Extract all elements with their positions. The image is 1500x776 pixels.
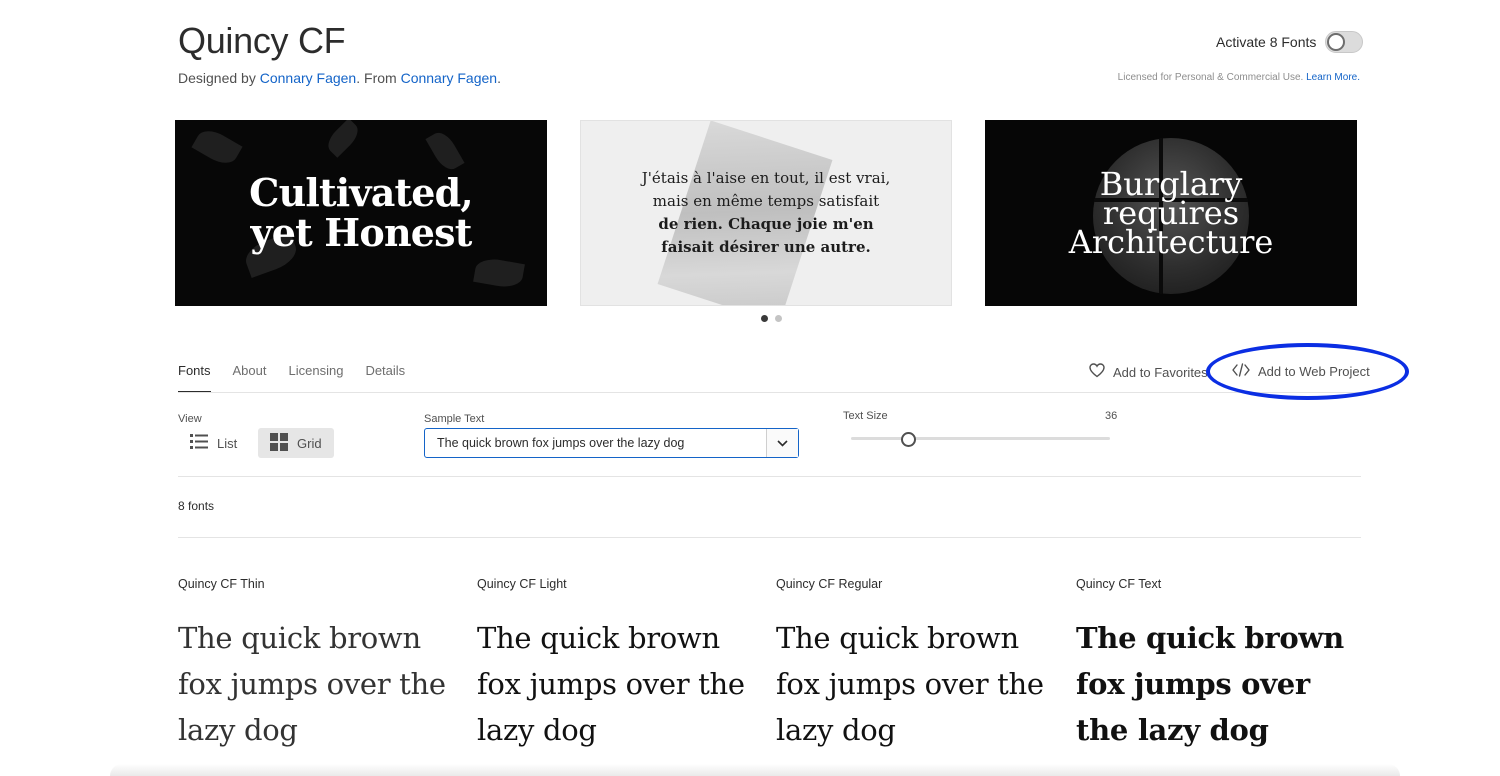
slide-1-line: yet Honest <box>250 210 472 255</box>
sample-text-dropdown-button[interactable] <box>766 429 798 457</box>
slide-2-line: mais en même temps satisfait <box>652 192 880 210</box>
text-size-slider-handle[interactable] <box>901 432 916 447</box>
slide-3-text: Burglary requires Architecture <box>1068 168 1274 261</box>
favorites-label: Add to Favorites <box>1113 364 1208 380</box>
carousel-slide-3[interactable]: Burglary requires Architecture <box>985 120 1357 306</box>
toggle-knob <box>1327 33 1346 51</box>
leaf-decoration <box>323 120 363 158</box>
heart-icon <box>1089 363 1105 381</box>
leaf-decoration <box>425 128 465 174</box>
list-view-icon <box>190 433 208 453</box>
text-size-slider-track[interactable] <box>851 437 1110 440</box>
slide-1-text: Cultivated, yet Honest <box>249 170 474 255</box>
font-sample: The quick brown fox jumps over the lazy … <box>1076 621 1344 747</box>
font-sample: The quick brown fox jumps over the lazy … <box>477 621 745 747</box>
slide-2-line: de rien. Chaque joie m'en <box>658 215 874 233</box>
sample-text-label: Sample Text <box>424 413 485 425</box>
carousel-slide-2[interactable]: J'étais à l'aise en tout, il est vrai, m… <box>580 120 952 306</box>
grid-view-button[interactable]: Grid <box>258 428 334 458</box>
font-sample: The quick brown fox jumps over the lazy … <box>776 621 1044 747</box>
font-card-thin[interactable]: Quincy CF Thin The quick brown fox jumps… <box>178 577 463 753</box>
list-label: List <box>217 435 238 451</box>
text-size-value: 36 <box>1105 410 1118 422</box>
leaf-decoration <box>473 256 525 290</box>
carousel-dot-2[interactable] <box>775 315 782 322</box>
byline: Designed by Connary Fagen. From Connary … <box>178 70 501 86</box>
grid-view-icon <box>270 432 288 454</box>
learn-more-link[interactable]: Learn More. <box>1306 72 1360 83</box>
license-text: Licensed for Personal & Commercial Use. <box>1117 72 1307 83</box>
add-to-favorites-button[interactable]: Add to Favorites <box>1089 363 1208 381</box>
font-card-regular[interactable]: Quincy CF Regular The quick brown fox ju… <box>776 577 1061 753</box>
slide-1-line: Cultivated, <box>249 170 474 215</box>
leaf-decoration <box>191 124 243 170</box>
carousel-slide-1[interactable]: Cultivated, yet Honest <box>175 120 547 306</box>
bottom-panel-edge <box>110 764 1400 776</box>
tab-details[interactable]: Details <box>365 363 405 393</box>
slide-2-text: J'étais à l'aise en tout, il est vrai, m… <box>641 167 891 259</box>
sample-text-input[interactable] <box>425 429 766 457</box>
slide-2-line: faisait désirer une autre. <box>661 238 871 256</box>
byline-prefix: Designed by <box>178 70 260 86</box>
highlight-annotation <box>1206 343 1409 400</box>
list-divider <box>178 537 1361 538</box>
font-name: Quincy CF Regular <box>776 577 883 591</box>
slide-2-line: J'étais à l'aise en tout, il est vrai, <box>641 169 891 187</box>
font-name: Quincy CF Thin <box>178 577 265 591</box>
carousel-dot-1[interactable] <box>761 315 768 322</box>
carousel-pagination <box>761 315 782 322</box>
list-view-button[interactable]: List <box>178 428 249 458</box>
tab-bar: Fonts About Licensing Details <box>178 363 405 393</box>
font-sample: The quick brown fox jumps over the lazy … <box>178 621 446 747</box>
foundry-link[interactable]: Connary Fagen <box>401 70 498 86</box>
tab-fonts[interactable]: Fonts <box>178 363 211 393</box>
sample-text-combobox <box>424 428 799 458</box>
page-title: Quincy CF <box>178 20 346 61</box>
chevron-down-icon <box>777 434 788 452</box>
tab-about[interactable]: About <box>233 363 267 393</box>
font-card-light[interactable]: Quincy CF Light The quick brown fox jump… <box>477 577 762 753</box>
font-name: Quincy CF Light <box>477 577 567 591</box>
designer-link[interactable]: Connary Fagen <box>260 70 357 86</box>
byline-suffix: . <box>497 70 501 86</box>
activate-toggle[interactable] <box>1325 31 1364 53</box>
view-label: View <box>178 413 202 425</box>
font-card-text[interactable]: Quincy CF Text The quick brown fox jumps… <box>1076 577 1361 753</box>
slide-3-line: Architecture <box>1068 222 1274 261</box>
font-count: 8 fonts <box>178 499 215 513</box>
controls-divider <box>178 476 1361 477</box>
tab-licensing[interactable]: Licensing <box>289 363 344 393</box>
font-name: Quincy CF Text <box>1076 577 1162 591</box>
activate-fonts[interactable]: Activate 8 Fonts <box>1216 31 1364 53</box>
license-note: Licensed for Personal & Commercial Use. … <box>1118 72 1360 83</box>
tab-divider <box>178 392 1361 393</box>
byline-from: . From <box>356 70 401 86</box>
text-size-label: Text Size <box>843 410 888 422</box>
activate-label: Activate 8 Fonts <box>1216 34 1317 50</box>
grid-label: Grid <box>297 435 322 451</box>
